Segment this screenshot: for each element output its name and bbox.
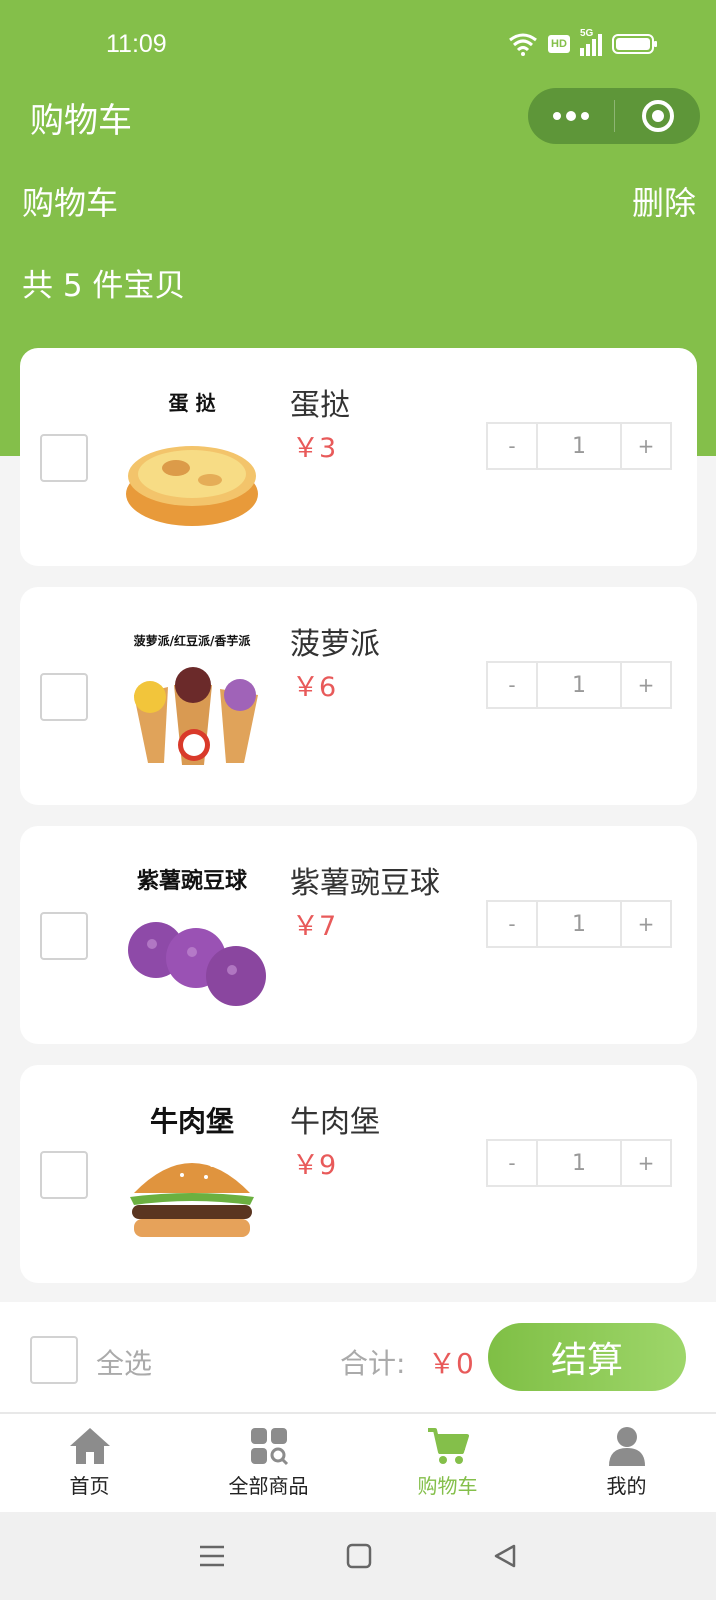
system-navigation-bar xyxy=(0,1512,716,1600)
tab-label: 我的 xyxy=(606,1474,647,1498)
tab-profile[interactable]: 我的 xyxy=(537,1414,716,1512)
tab-bar: 首页 全部商品 购物车 我的 xyxy=(0,1412,716,1512)
nav-title: 购物车 xyxy=(30,101,132,141)
tab-label: 购物车 xyxy=(417,1474,478,1498)
delete-button[interactable]: 删除 xyxy=(632,178,696,224)
decrease-button[interactable]: - xyxy=(486,422,538,470)
quantity-stepper: - 1 + xyxy=(486,422,672,470)
increase-button[interactable]: + xyxy=(620,900,672,948)
close-miniprogram-button[interactable] xyxy=(615,99,700,133)
cart-icon xyxy=(427,1428,469,1464)
hd-icon: HD xyxy=(548,35,570,53)
more-dots-icon xyxy=(553,111,589,121)
page-subtitle: 购物车 xyxy=(22,184,119,222)
tab-all-products[interactable]: 全部商品 xyxy=(179,1414,358,1512)
decrease-button[interactable]: - xyxy=(486,661,538,709)
battery-icon xyxy=(612,34,657,54)
tab-label: 全部商品 xyxy=(228,1474,309,1498)
product-price: ￥7 xyxy=(292,911,337,942)
quantity-input[interactable]: 1 xyxy=(538,1139,620,1187)
quantity-stepper: - 1 + xyxy=(486,661,672,709)
egg-tart-image: 蛋 挞 xyxy=(126,391,258,526)
cart-item: 紫薯豌豆球 紫薯豌豆球 ￥7 - 1 + xyxy=(20,826,697,1044)
product-name: 蛋挞 xyxy=(290,388,350,423)
wifi-icon xyxy=(509,33,537,56)
increase-button[interactable]: + xyxy=(620,422,672,470)
quantity-input[interactable]: 1 xyxy=(538,661,620,709)
image-caption: 蛋 挞 xyxy=(169,391,217,415)
image-caption: 牛肉堡 xyxy=(150,1105,234,1138)
item-checkbox[interactable] xyxy=(40,673,88,721)
increase-button[interactable]: + xyxy=(620,1139,672,1187)
decrease-button[interactable]: - xyxy=(486,900,538,948)
product-name: 牛肉堡 xyxy=(290,1105,380,1140)
quantity-stepper: - 1 + xyxy=(486,1139,672,1187)
cart-item: 蛋 挞 蛋挞 ￥3 - 1 + xyxy=(20,348,697,566)
total-value: ￥0 xyxy=(428,1347,474,1380)
product-price: ￥3 xyxy=(292,433,337,464)
tab-cart[interactable]: 购物车 xyxy=(358,1414,537,1512)
beef-burger-image: 牛肉堡 xyxy=(130,1105,254,1237)
select-all-label[interactable]: 全选 xyxy=(96,1342,152,1382)
product-price: ￥6 xyxy=(292,672,337,703)
increase-button[interactable]: + xyxy=(620,661,672,709)
product-name: 紫薯豌豆球 xyxy=(290,866,440,901)
category-search-icon xyxy=(250,1428,288,1466)
user-icon xyxy=(608,1427,645,1466)
tab-label: 首页 xyxy=(69,1474,110,1498)
product-price: ￥9 xyxy=(292,1150,337,1181)
cart-item: 牛肉堡 牛肉堡 ￥9 - 1 + xyxy=(20,1065,697,1283)
quantity-input[interactable]: 1 xyxy=(538,900,620,948)
item-checkbox[interactable] xyxy=(40,434,88,482)
quantity-input[interactable]: 1 xyxy=(538,422,620,470)
checkout-bar: 全选 合计: ￥0 结算 xyxy=(0,1302,716,1412)
pineapple-pie-image: 菠萝派/红豆派/香芋派 xyxy=(134,633,258,765)
item-checkbox[interactable] xyxy=(40,1151,88,1199)
decrease-button[interactable]: - xyxy=(486,1139,538,1187)
target-icon xyxy=(641,100,674,132)
status-icons: HD 5G xyxy=(508,28,658,56)
image-caption: 紫薯豌豆球 xyxy=(137,868,248,894)
item-checkbox[interactable] xyxy=(40,912,88,960)
status-time: 11:09 xyxy=(106,30,167,58)
purple-potato-balls-image: 紫薯豌豆球 xyxy=(128,868,266,1006)
select-all-checkbox[interactable] xyxy=(30,1336,78,1384)
product-name: 菠萝派 xyxy=(290,627,380,662)
quantity-stepper: - 1 + xyxy=(486,900,672,948)
home-square-icon[interactable] xyxy=(346,1543,372,1569)
menu-icon[interactable] xyxy=(198,1544,226,1568)
miniprogram-capsule xyxy=(528,88,700,144)
checkout-button[interactable]: 结算 xyxy=(488,1323,686,1391)
signal-icon: 5G xyxy=(580,28,602,56)
total-label: 合计: xyxy=(340,1347,406,1380)
status-bar: 11:09 HD 5G xyxy=(0,0,716,90)
tab-home[interactable]: 首页 xyxy=(0,1414,179,1512)
more-button[interactable] xyxy=(528,110,614,122)
network-type: 5G xyxy=(580,28,594,39)
cart-item: 菠萝派/红豆派/香芋派 菠萝派 ￥6 - 1 + xyxy=(20,587,697,805)
back-icon[interactable] xyxy=(492,1543,518,1569)
image-caption: 菠萝派/红豆派/香芋派 xyxy=(134,633,252,648)
item-count: 共 5 件宝贝 xyxy=(22,268,186,304)
home-icon xyxy=(69,1428,110,1464)
